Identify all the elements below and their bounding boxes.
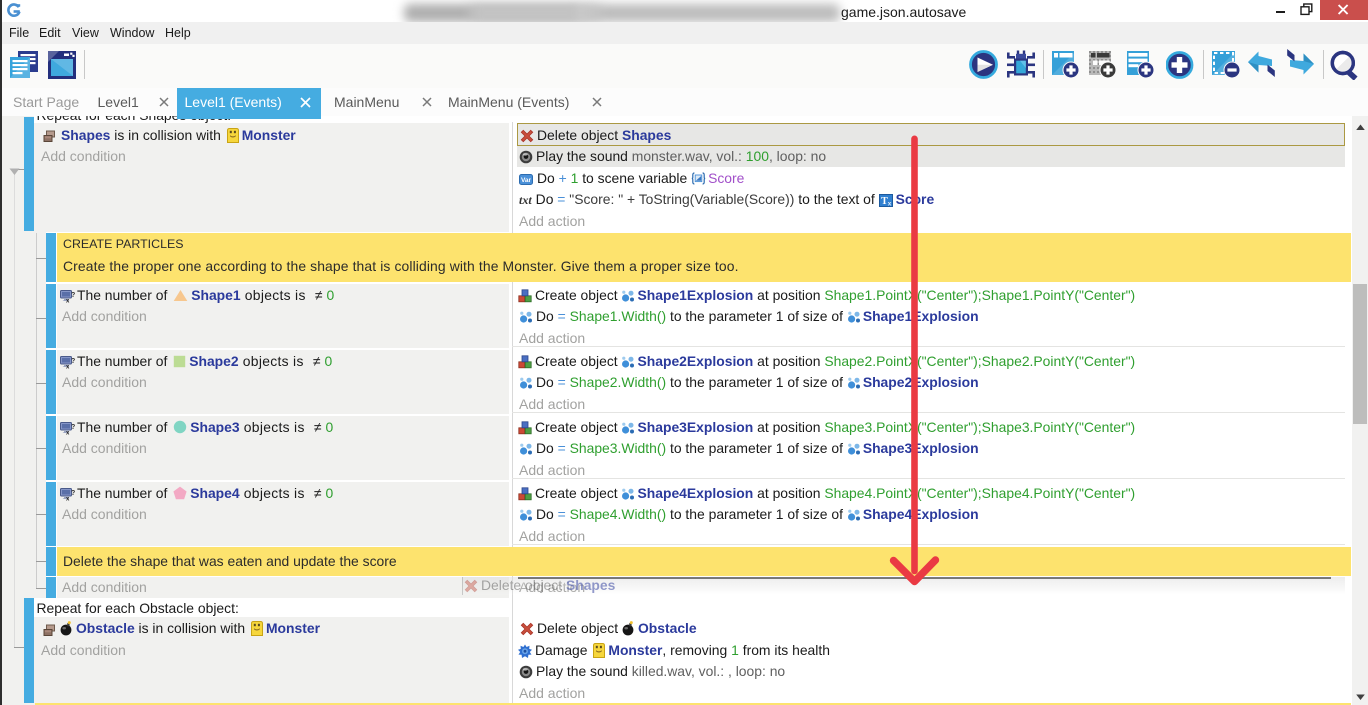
svg-text:x: x (66, 298, 70, 303)
svg-text:x: x (66, 496, 70, 501)
svg-text:?: ? (71, 292, 75, 299)
svg-text:?: ? (71, 424, 75, 431)
svg-text:Var: Var (521, 177, 532, 184)
svg-text:?: ? (71, 490, 75, 497)
svg-text:x: x (66, 430, 70, 435)
svg-text:x: x (66, 364, 70, 369)
svg-text:?: ? (71, 358, 75, 365)
